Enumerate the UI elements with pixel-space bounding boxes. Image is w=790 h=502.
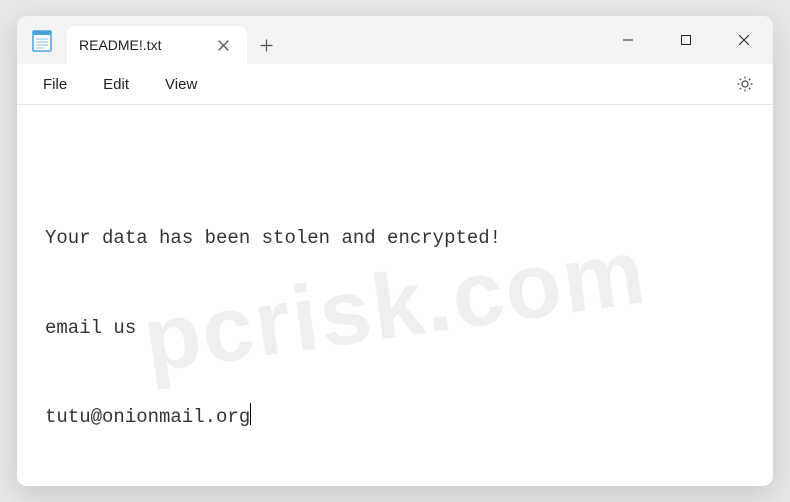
editor-line: email us (45, 317, 136, 339)
tab-readme[interactable]: README!.txt (67, 26, 247, 64)
close-window-button[interactable] (715, 16, 773, 64)
maximize-button[interactable] (657, 16, 715, 64)
app-icon (17, 16, 67, 64)
menubar: File Edit View (17, 64, 773, 105)
minimize-button[interactable] (599, 16, 657, 64)
window-controls (599, 16, 773, 64)
text-caret (250, 403, 251, 425)
settings-button[interactable] (725, 64, 765, 104)
menu-view[interactable]: View (147, 70, 215, 99)
text-editor[interactable]: pcrisk.com Your data has been stolen and… (17, 105, 773, 486)
tab-label: README!.txt (79, 37, 211, 53)
gear-icon (736, 75, 754, 93)
titlebar-drag-area[interactable] (285, 16, 599, 64)
notepad-icon (32, 28, 52, 52)
titlebar: README!.txt (17, 16, 773, 64)
notepad-window: README!.txt File Edit View (17, 16, 773, 486)
tab-strip: README!.txt (67, 16, 285, 64)
menu-file[interactable]: File (25, 70, 85, 99)
close-tab-icon[interactable] (211, 33, 235, 57)
new-tab-button[interactable] (247, 26, 285, 64)
menu-edit[interactable]: Edit (85, 70, 147, 99)
editor-line: tutu@onionmail.org (45, 406, 250, 428)
editor-line: Your data has been stolen and encrypted! (45, 227, 501, 249)
